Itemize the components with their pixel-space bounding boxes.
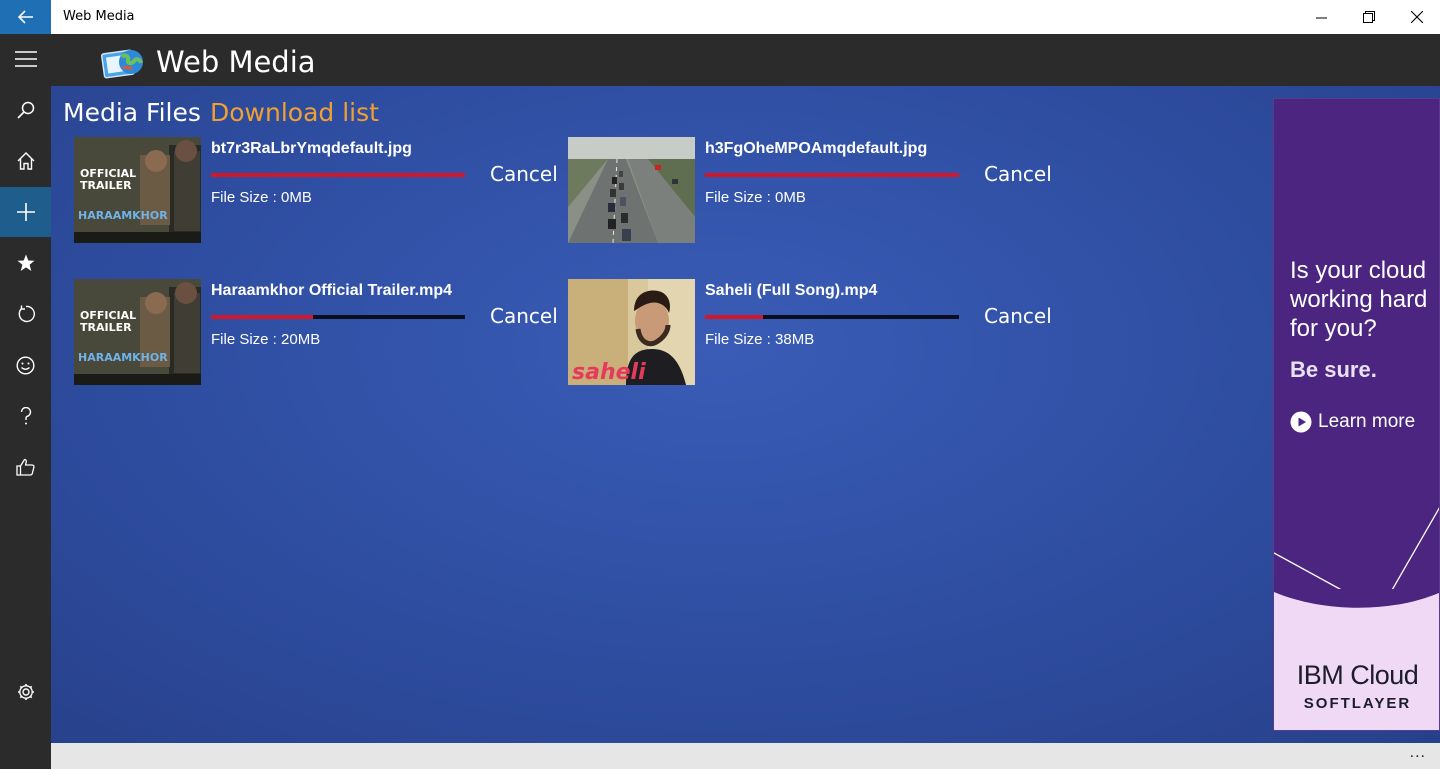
favorites-button[interactable] xyxy=(0,238,51,288)
file-size: File Size : 0MB xyxy=(705,189,806,206)
thumbnail: saheli xyxy=(568,279,695,385)
saheli-thumbnail-image: saheli xyxy=(568,279,695,385)
hamburger-menu-icon xyxy=(14,51,37,67)
tab-media-files[interactable]: Media Files xyxy=(63,98,201,127)
download-progress-bar xyxy=(211,315,465,319)
thumbs-up-icon xyxy=(16,458,35,476)
thumb-text-trailer: TRAILER xyxy=(80,321,132,334)
cancel-button[interactable]: Cancel xyxy=(490,304,558,328)
web-media-logo-icon xyxy=(101,49,143,79)
app-header: Web Media xyxy=(51,34,1440,86)
file-size: File Size : 20MB xyxy=(211,331,321,348)
back-arrow-icon xyxy=(17,10,33,24)
file-name: h3FgOheMPOAmqdefault.jpg xyxy=(705,140,928,157)
download-progress-bar xyxy=(211,173,465,177)
ad-learn-more-link[interactable]: Learn more xyxy=(1290,411,1415,433)
download-item: h3FgOheMPOAmqdefault.jpg File Size : 0MB… xyxy=(568,137,1062,245)
close-button[interactable] xyxy=(1393,0,1440,34)
download-progress-bar xyxy=(705,173,959,177)
ad-curve-shape xyxy=(1274,589,1439,608)
file-size: File Size : 38MB xyxy=(705,331,815,348)
main-content: Media Files Download list OFFICIAL TRAIL… xyxy=(51,86,1440,743)
hamburger-menu-button[interactable] xyxy=(0,34,51,84)
progress-fill xyxy=(705,173,959,177)
rate-button[interactable] xyxy=(0,442,51,492)
thumb-text-title: HARAAMKHOR xyxy=(78,209,168,222)
search-button[interactable] xyxy=(0,85,51,135)
file-name: Haraamkhor Official Trailer.mp4 xyxy=(211,282,452,299)
star-icon xyxy=(17,254,34,271)
cancel-button[interactable]: Cancel xyxy=(984,162,1052,186)
file-name: Saheli (Full Song).mp4 xyxy=(705,282,878,299)
smiley-icon xyxy=(16,355,35,375)
help-icon xyxy=(20,407,31,425)
tab-download-list[interactable]: Download list xyxy=(210,98,379,127)
add-button[interactable] xyxy=(0,187,51,237)
app-title: Web Media xyxy=(156,45,316,79)
settings-button[interactable] xyxy=(0,667,51,717)
home-button[interactable] xyxy=(0,136,51,186)
bottom-app-bar: ... xyxy=(51,743,1440,769)
refresh-icon xyxy=(18,305,35,323)
more-options-button[interactable]: ... xyxy=(1410,744,1426,762)
ad-headline: Is your cloud working hard for you? xyxy=(1290,257,1428,342)
search-icon xyxy=(16,101,34,119)
nav-rail xyxy=(0,34,51,769)
download-item: OFFICIAL TRAILER HARAAMKHOR Haraamkhor O… xyxy=(74,279,568,387)
title-bar: Web Media xyxy=(0,0,1440,34)
trailer-thumbnail-image: OFFICIAL TRAILER HARAAMKHOR xyxy=(74,279,201,385)
minimize-button[interactable] xyxy=(1297,0,1345,34)
refresh-button[interactable] xyxy=(0,289,51,339)
advertisement-banner[interactable]: Is your cloud working hard for you? Be s… xyxy=(1273,98,1440,731)
restore-icon xyxy=(1363,11,1375,23)
ad-brand-name: IBM Cloud xyxy=(1296,660,1419,690)
download-item: saheli Saheli (Full Song).mp4 File Size … xyxy=(568,279,1062,387)
thumbnail: OFFICIAL TRAILER HARAAMKHOR xyxy=(74,137,201,243)
feedback-button[interactable] xyxy=(0,340,51,390)
file-size: File Size : 0MB xyxy=(211,189,312,206)
minimize-icon xyxy=(1315,17,1327,18)
thumbnail xyxy=(568,137,695,243)
ad-cta-label: Learn more xyxy=(1318,411,1416,432)
thumbnail: OFFICIAL TRAILER HARAAMKHOR xyxy=(74,279,201,385)
progress-fill xyxy=(211,315,313,319)
restore-button[interactable] xyxy=(1345,0,1393,34)
thumb-text-trailer: TRAILER xyxy=(80,179,132,192)
progress-fill xyxy=(211,173,465,177)
cancel-button[interactable]: Cancel xyxy=(490,162,558,186)
play-circle-icon xyxy=(1290,411,1312,433)
file-name: bt7r3RaLbrYmqdefault.jpg xyxy=(211,140,412,157)
close-icon xyxy=(1411,11,1423,23)
add-icon xyxy=(16,203,35,221)
cancel-button[interactable]: Cancel xyxy=(984,304,1052,328)
progress-fill xyxy=(705,315,764,319)
download-progress-bar xyxy=(705,315,959,319)
ad-tagline: Be sure. xyxy=(1290,357,1377,382)
thumb-text-title: HARAAMKHOR xyxy=(78,351,168,364)
help-button[interactable] xyxy=(0,391,51,441)
thumb-text-saheli: saheli xyxy=(572,360,646,385)
highway-thumbnail-image xyxy=(568,137,695,243)
trailer-thumbnail-image: OFFICIAL TRAILER HARAAMKHOR xyxy=(74,137,201,243)
back-button[interactable] xyxy=(0,0,51,34)
settings-icon xyxy=(17,684,34,700)
home-icon xyxy=(17,152,34,170)
window-title: Web Media xyxy=(63,9,135,24)
download-item: OFFICIAL TRAILER HARAAMKHOR bt7r3RaLbrYm… xyxy=(74,137,568,245)
ad-sub-brand: SOFTLAYER xyxy=(1303,695,1412,712)
